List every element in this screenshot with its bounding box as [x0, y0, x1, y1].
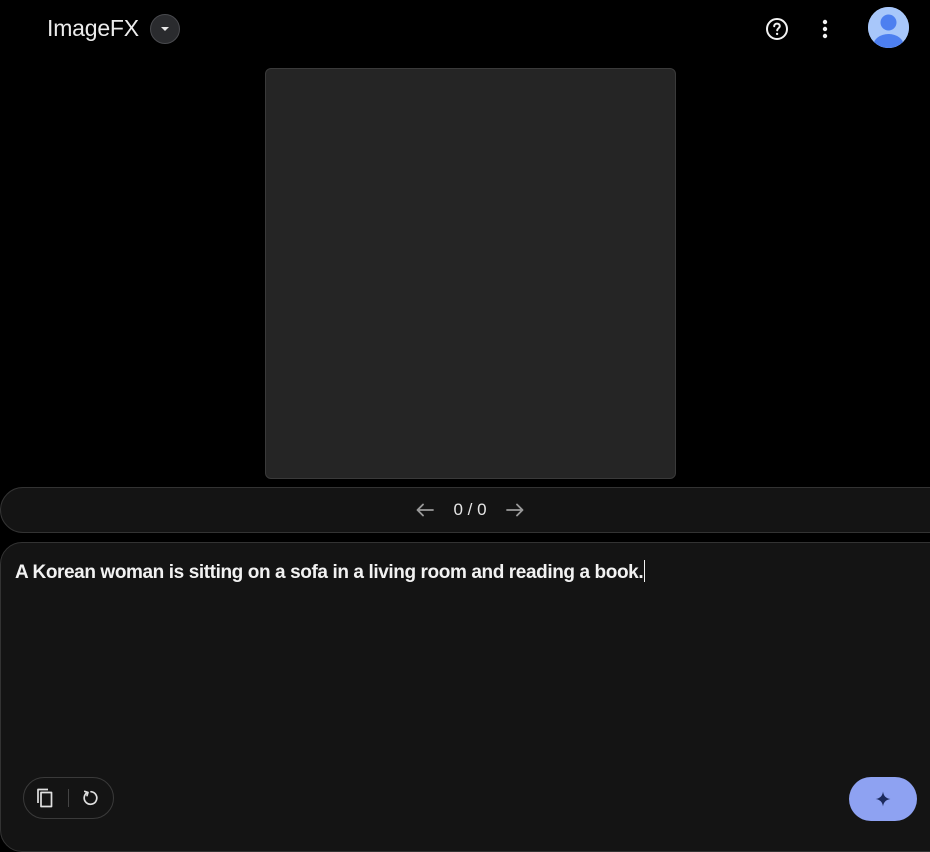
- app-title: ImageFX: [47, 15, 139, 41]
- copy-icon: [37, 788, 53, 808]
- help-circle-icon: [765, 17, 788, 40]
- sparkle-icon: [875, 791, 891, 807]
- caret-down-icon: [161, 27, 169, 31]
- top-app-bar: ImageFX: [0, 0, 930, 56]
- prompt-panel: [0, 542, 930, 852]
- prompt-input[interactable]: A Korean woman is sitting on a sofa in a…: [15, 560, 895, 585]
- more-vert-icon: [822, 19, 828, 38]
- image-counter: 0 / 0: [453, 500, 487, 519]
- app-switcher-button[interactable]: [150, 14, 180, 44]
- next-image-button[interactable]: [504, 499, 526, 521]
- copy-prompt-button[interactable]: [34, 787, 56, 809]
- arrow-right-icon: [506, 503, 524, 517]
- reset-prompt-button[interactable]: [80, 787, 102, 809]
- account-avatar-icon: [868, 7, 909, 48]
- tool-divider: [68, 789, 69, 807]
- refresh-icon: [83, 790, 98, 806]
- help-button[interactable]: [763, 15, 790, 42]
- previous-image-button[interactable]: [414, 499, 436, 521]
- account-avatar[interactable]: [868, 7, 909, 48]
- generate-button[interactable]: [849, 777, 917, 821]
- generated-image-placeholder: [265, 68, 676, 479]
- arrow-left-icon: [416, 503, 434, 517]
- text-caret: [644, 560, 646, 582]
- more-options-button[interactable]: [814, 15, 836, 42]
- prompt-text: A Korean woman is sitting on a sofa in a…: [15, 562, 644, 583]
